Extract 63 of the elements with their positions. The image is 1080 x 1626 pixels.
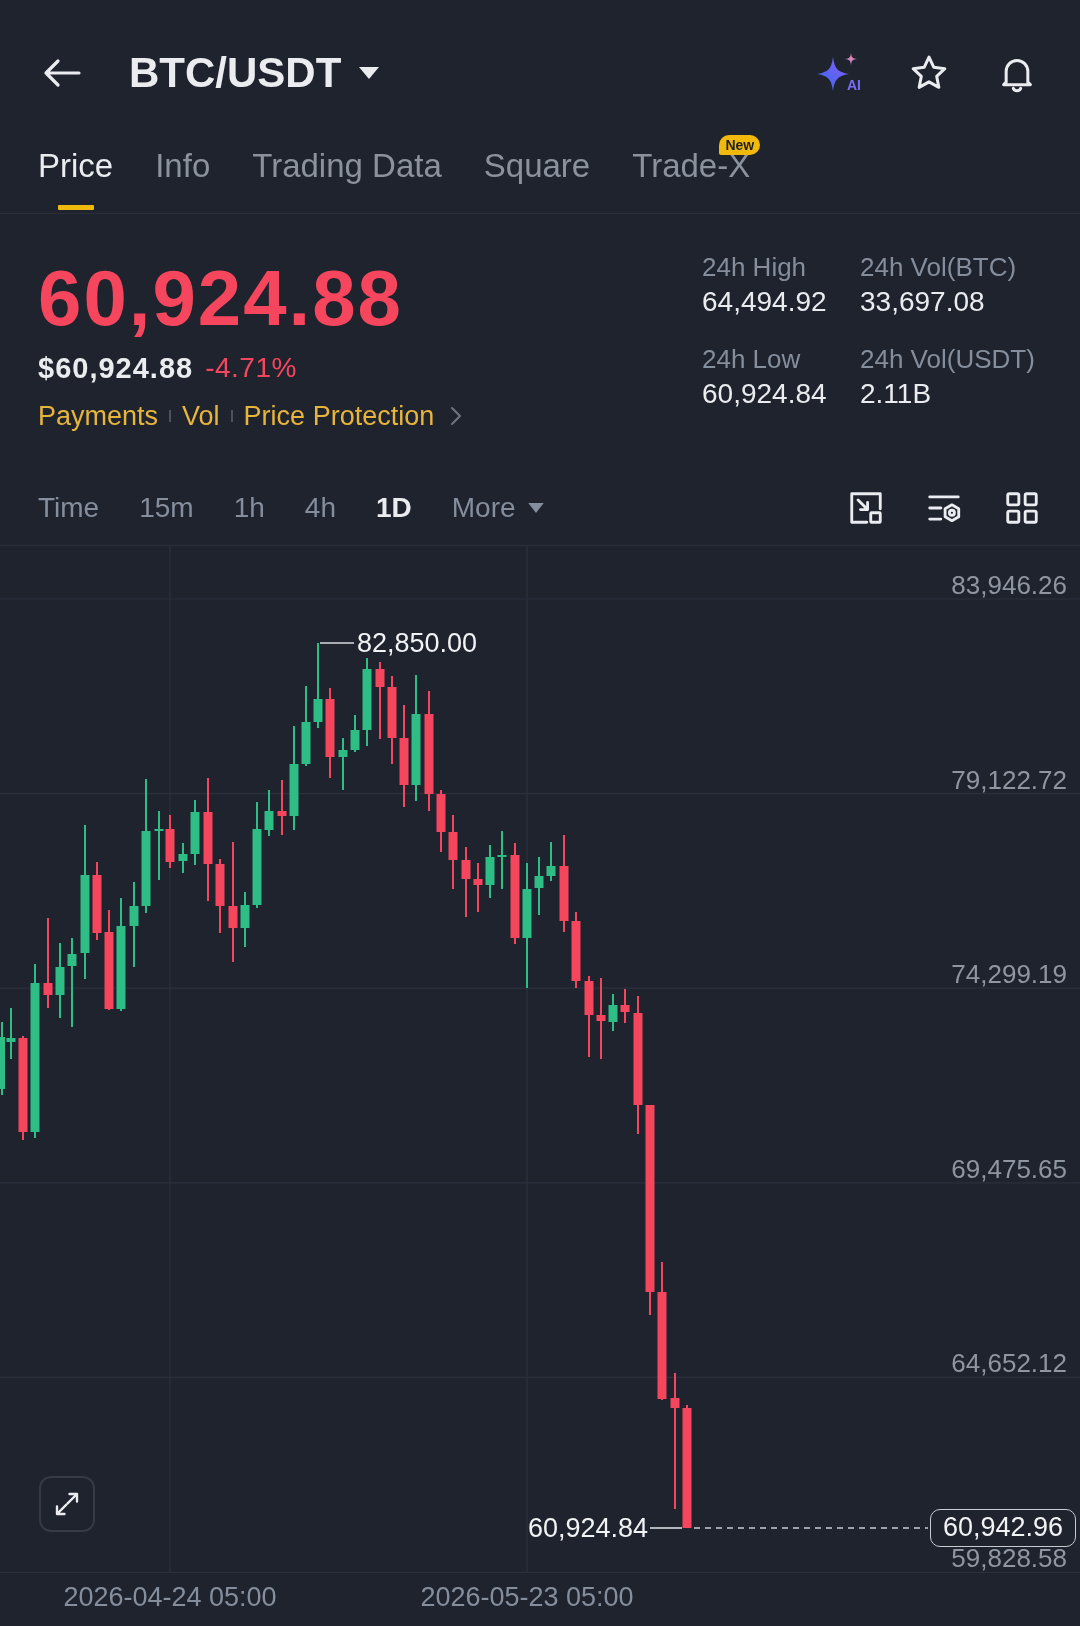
stat-label: 24h Low: [702, 344, 802, 374]
price-axis-label: 79,122.72: [951, 768, 1067, 791]
last-price: 60,924.88: [38, 259, 404, 337]
new-badge: New: [719, 135, 761, 155]
candlestick: [154, 810, 164, 881]
chevron-right-icon[interactable]: [450, 406, 463, 426]
interval-tab[interactable]: 15m: [139, 490, 194, 525]
interval-tab[interactable]: 1h: [233, 490, 265, 525]
fullscreen-button[interactable]: [39, 1476, 95, 1532]
low-price-label: 60,924.84: [527, 1513, 648, 1543]
candlestick: [485, 844, 495, 899]
candlestick: [338, 737, 348, 791]
last-price-tag: 60,942.96: [930, 1509, 1076, 1547]
high-price-label: 82,850.00: [357, 628, 478, 658]
stat-label: 24h Vol(USDT): [860, 344, 1036, 374]
caret-down-icon: [359, 67, 380, 79]
candlestick: [436, 789, 446, 853]
candlestick: [277, 779, 287, 836]
candlestick: [350, 714, 360, 753]
candlestick: [546, 841, 556, 882]
time-axis-label: 2026-05-23 05:00: [420, 1582, 634, 1612]
usd-price: $60,924.88: [38, 351, 194, 385]
more-dropdown[interactable]: More: [451, 490, 544, 525]
candlestick: [620, 988, 630, 1024]
candlestick: [534, 856, 544, 916]
candlestick: [473, 862, 483, 913]
candlestick: [190, 799, 200, 866]
candlestick: [497, 830, 507, 890]
stat-value: 64,494.92: [702, 286, 828, 318]
tab[interactable]: Square: [483, 146, 591, 213]
interval-tab[interactable]: 4h: [304, 490, 336, 525]
link[interactable]: Price Protection: [243, 401, 435, 431]
price-axis-label: 83,946.26: [951, 574, 1067, 596]
ai-assistant-button[interactable]: AI: [817, 53, 861, 93]
link[interactable]: Vol: [182, 401, 220, 431]
candlestick: [240, 891, 250, 948]
tab[interactable]: Price: [38, 146, 114, 213]
tab[interactable]: Trading Data: [252, 146, 442, 213]
price-axis-label: 59,828.58: [951, 1547, 1067, 1569]
stat-label: 24h Vol(BTC): [860, 252, 1018, 282]
leader-line: [319, 642, 355, 644]
candlestick: [264, 789, 274, 837]
stat-value: 2.11B: [860, 378, 933, 410]
link[interactable]: Payments: [38, 401, 159, 431]
candlestick: [165, 814, 175, 869]
price-axis-label: 74,299.19: [951, 963, 1067, 986]
candlestick: [608, 993, 618, 1032]
price-change: -4.71%: [205, 351, 297, 385]
stat-label: 24h High: [702, 252, 808, 282]
stat-value: 33,697.08: [860, 286, 986, 318]
caret-down-icon: [527, 502, 544, 513]
interval-tab[interactable]: 1D: [375, 490, 412, 525]
leader-line: [649, 1527, 683, 1529]
time-axis-label: 2026-04-24 05:00: [63, 1582, 277, 1612]
candlestick: [178, 842, 188, 874]
candlestick: [461, 846, 471, 918]
price-axis-label: 69,475.65: [951, 1157, 1067, 1180]
interval-tab[interactable]: Time: [38, 490, 100, 525]
price-axis-label: 64,652.12: [951, 1352, 1067, 1375]
pair-selector[interactable]: BTC/USDT: [129, 48, 380, 98]
tab[interactable]: Info: [155, 146, 211, 213]
stat-value: 60,924.84: [702, 378, 828, 410]
back-arrow-icon[interactable]: [42, 57, 82, 89]
